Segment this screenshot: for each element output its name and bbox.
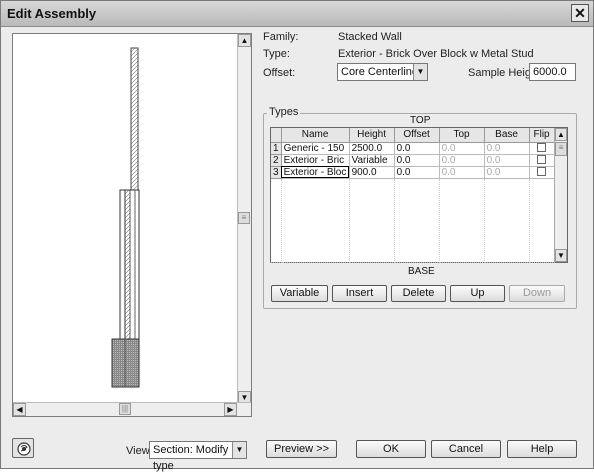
col-header-top[interactable]: Top <box>439 128 485 143</box>
help-tool-button[interactable] <box>12 438 34 458</box>
cancel-button[interactable]: Cancel <box>431 440 501 458</box>
flip-checkbox[interactable] <box>537 143 547 153</box>
preview-vertical-scrollbar[interactable]: ▲ ≡ ▼ <box>237 34 251 404</box>
cell-name-selected[interactable]: Exterior - Bloc <box>281 166 350 179</box>
types-table-scrollbar[interactable]: ▲ ≡ ▼ <box>554 128 567 262</box>
flip-checkbox[interactable] <box>537 167 547 177</box>
offset-dropdown-value: Core Centerline <box>341 66 419 78</box>
arrow-left-icon: ◀ <box>16 405 23 414</box>
dialog-title: Edit Assembly <box>7 6 97 21</box>
col-header-height[interactable]: Height <box>349 128 395 143</box>
horizontal-scroll-thumb[interactable]: ||| <box>119 403 131 415</box>
close-button[interactable]: ✕ <box>571 4 589 22</box>
cell-name[interactable]: Exterior - Bric <box>281 154 350 167</box>
up-button[interactable]: Up <box>450 285 505 302</box>
scroll-left-button[interactable]: ◀ <box>13 403 26 416</box>
cell-base: 0.0 <box>484 154 530 167</box>
row-number[interactable]: 1 <box>271 142 282 155</box>
cell-height[interactable]: 2500.0 <box>349 142 395 155</box>
help-button[interactable]: Help <box>507 440 577 458</box>
insert-button[interactable]: Insert <box>332 285 387 302</box>
tooltip-help-icon <box>17 442 31 456</box>
table-row[interactable]: 1 Generic - 150 2500.0 0.0 0.0 0.0 <box>271 142 555 155</box>
arrow-down-icon: ▼ <box>557 251 565 260</box>
cell-name[interactable]: Generic - 150 <box>281 142 350 155</box>
table-scroll-thumb[interactable]: ≡ <box>555 142 567 156</box>
table-scroll-up-button[interactable]: ▲ <box>555 128 567 141</box>
empty-row-area <box>271 178 555 263</box>
scroll-up-button[interactable]: ▲ <box>238 34 251 47</box>
title-bar: Edit Assembly ✕ <box>1 1 593 27</box>
cell-offset[interactable]: 0.0 <box>394 166 440 179</box>
table-row[interactable]: 2 Exterior - Bric Variable 0.0 0.0 0.0 <box>271 154 555 167</box>
cell-offset[interactable]: 0.0 <box>394 142 440 155</box>
types-table-grid: Name Height Offset Top Base Flip 1 Gener… <box>271 128 555 263</box>
arrow-right-icon: ▶ <box>227 405 234 414</box>
sample-height-input[interactable]: 6000.0 <box>529 63 576 81</box>
arrow-up-icon: ▲ <box>240 36 249 45</box>
types-table-header: Name Height Offset Top Base Flip <box>271 128 555 143</box>
cell-base: 0.0 <box>484 166 530 179</box>
preview-pane[interactable]: ▲ ≡ ▼ ◀ ||| ▶ <box>12 33 252 417</box>
close-icon: ✕ <box>574 5 586 21</box>
cell-flip[interactable] <box>529 166 555 179</box>
flip-checkbox[interactable] <box>537 155 547 165</box>
upper-wall-segment <box>130 47 139 193</box>
type-value: Exterior - Brick Over Block w Metal Stud <box>338 48 534 60</box>
family-value: Stacked Wall <box>338 31 402 43</box>
variable-button[interactable]: Variable <box>271 285 328 302</box>
row-number[interactable]: 2 <box>271 154 282 167</box>
ok-button[interactable]: OK <box>356 440 426 458</box>
cell-top: 0.0 <box>439 154 485 167</box>
cell-flip[interactable] <box>529 154 555 167</box>
table-row[interactable]: 3 Exterior - Bloc 900.0 0.0 0.0 0.0 <box>271 166 555 179</box>
table-scroll-down-button[interactable]: ▼ <box>555 249 567 262</box>
type-label: Type: <box>263 48 290 60</box>
scroll-right-button[interactable]: ▶ <box>224 403 237 416</box>
arrow-down-icon: ▼ <box>240 393 249 402</box>
view-dropdown[interactable]: Section: Modify type ▼ <box>149 441 247 472</box>
types-group-legend: Types <box>267 106 301 118</box>
stacked-wall-section-drawing <box>111 47 140 388</box>
preview-horizontal-scrollbar[interactable]: ◀ ||| ▶ <box>13 402 251 416</box>
arrow-up-icon: ▲ <box>557 130 565 139</box>
base-label: BASE <box>408 266 435 277</box>
types-table[interactable]: Name Height Offset Top Base Flip 1 Gener… <box>270 127 568 263</box>
col-header-flip[interactable]: Flip <box>529 128 555 143</box>
cell-base: 0.0 <box>484 142 530 155</box>
corner-cell <box>271 128 282 143</box>
row-number[interactable]: 3 <box>271 166 282 179</box>
delete-button[interactable]: Delete <box>391 285 446 302</box>
col-header-name[interactable]: Name <box>281 128 350 143</box>
family-label: Family: <box>263 31 299 43</box>
chevron-down-icon: ▼ <box>413 64 427 80</box>
offset-dropdown[interactable]: Core Centerline ▼ <box>337 63 428 81</box>
preview-button[interactable]: Preview >> <box>266 440 337 458</box>
cell-top: 0.0 <box>439 142 485 155</box>
cell-height[interactable]: 900.0 <box>349 166 395 179</box>
chevron-down-icon: ▼ <box>232 442 246 458</box>
vertical-scroll-thumb[interactable]: ≡ <box>238 212 250 224</box>
cell-flip[interactable] <box>529 142 555 155</box>
edit-assembly-dialog: Edit Assembly ✕ ▲ ≡ ▼ ◀ ||| ▶ Family: St… <box>0 0 594 472</box>
col-header-offset[interactable]: Offset <box>394 128 440 143</box>
offset-label: Offset: <box>263 67 296 79</box>
cell-offset[interactable]: 0.0 <box>394 154 440 167</box>
view-dropdown-value: Section: Modify type <box>153 444 229 472</box>
down-button[interactable]: Down <box>509 285 565 302</box>
cell-top: 0.0 <box>439 166 485 179</box>
col-header-base[interactable]: Base <box>484 128 530 143</box>
cell-height[interactable]: Variable <box>349 154 395 167</box>
top-label: TOP <box>410 115 431 126</box>
